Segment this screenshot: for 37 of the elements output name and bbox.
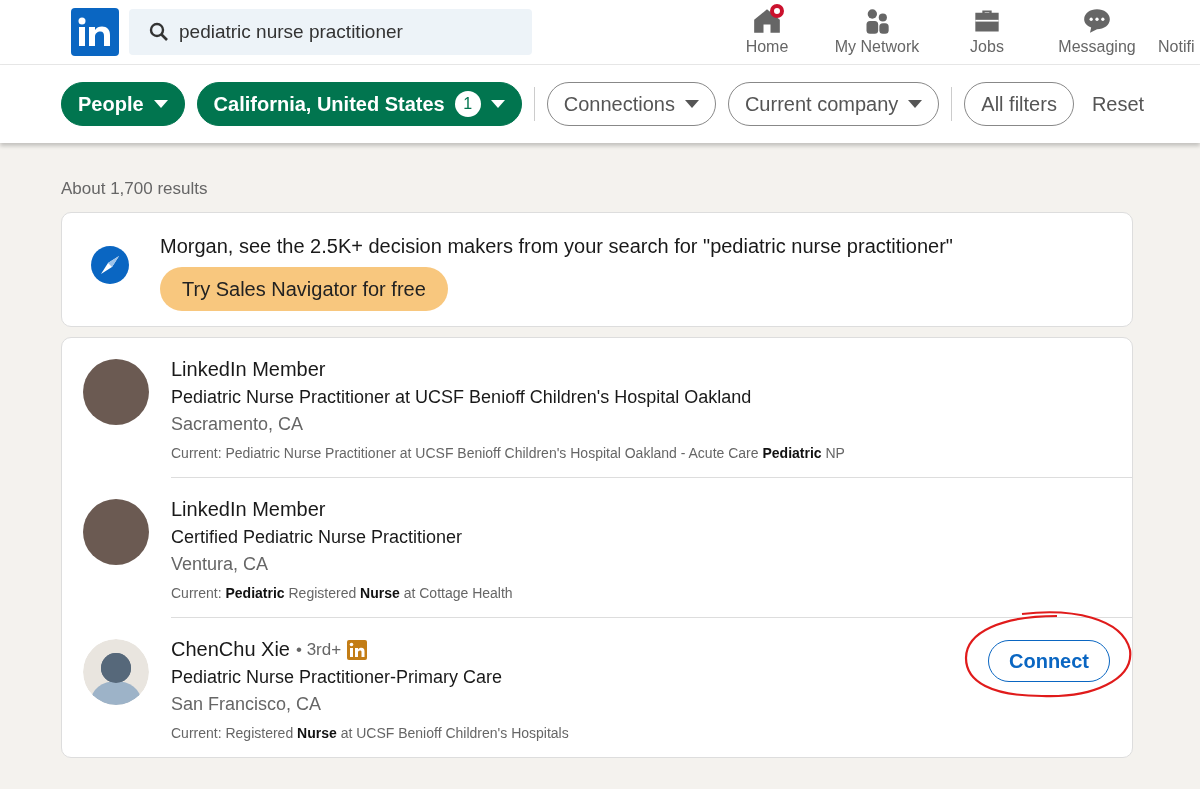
member-name[interactable]: ChenChu Xie xyxy=(171,638,290,661)
nav-item[interactable]: Notifi xyxy=(1158,8,1200,56)
filter-pill[interactable]: California, United States 1 xyxy=(196,82,522,126)
member-name[interactable]: LinkedIn Member xyxy=(171,358,326,381)
reset-link[interactable]: Reset xyxy=(1091,92,1145,116)
current-position: Current: Registered Nurse at UCSF Benioff Children's Hospitals xyxy=(171,725,570,741)
member-headline: Certified Pediatric Nurse Practitioner xyxy=(171,527,464,548)
filter-pill[interactable]: All filters xyxy=(964,82,1074,126)
nav-item[interactable]: Home xyxy=(712,8,822,56)
member-location: Sacramento, CA xyxy=(171,414,305,435)
member-headline: Pediatric Nurse Practitioner at UCSF Benioff Children's Hospital Oakland xyxy=(171,387,753,408)
nav-item[interactable]: Messaging xyxy=(1042,8,1152,56)
count-badge: 1 xyxy=(454,91,481,117)
people-icon xyxy=(863,8,891,34)
connect-button[interactable]: Connect xyxy=(988,640,1110,682)
member-location: San Francisco, CA xyxy=(171,694,323,715)
current-position: Current: Pediatric Registered Nurse at Cottage Health xyxy=(171,585,514,601)
member-headline: Pediatric Nurse Practitioner-Primary Care xyxy=(171,667,504,688)
briefcase-icon xyxy=(973,8,1001,34)
search-icon xyxy=(149,22,169,42)
filter-pill[interactable]: Current company xyxy=(727,82,940,126)
member-name[interactable]: LinkedIn Member xyxy=(171,498,326,521)
nav-item[interactable]: My Network xyxy=(822,8,932,56)
compass-icon xyxy=(90,245,130,285)
promo-text: Morgan, see the 2.5K+ decision makers from your search for "pediatric nurse practitioner" xyxy=(160,235,953,258)
filter-pill[interactable]: Connections xyxy=(546,82,716,126)
linkedin-logo[interactable] xyxy=(71,8,119,56)
results-count: About 1,700 results xyxy=(61,179,209,199)
filter-pill[interactable]: People xyxy=(61,82,185,126)
connection-degree: • 3rd+ xyxy=(295,639,342,660)
search-field[interactable]: pediatric nurse practitioner xyxy=(129,9,532,55)
member-location: Ventura, CA xyxy=(171,554,270,575)
current-position: Current: Pediatric Nurse Practitioner at UCSF Benioff Children's Hospital Oakland - Acute Care Pediatric NP xyxy=(171,445,846,461)
home-icon xyxy=(753,8,781,34)
chat-icon xyxy=(1083,8,1111,34)
nav-item[interactable]: Jobs xyxy=(932,8,1042,56)
sales-navigator-button[interactable]: Try Sales Navigator for free xyxy=(160,267,448,311)
